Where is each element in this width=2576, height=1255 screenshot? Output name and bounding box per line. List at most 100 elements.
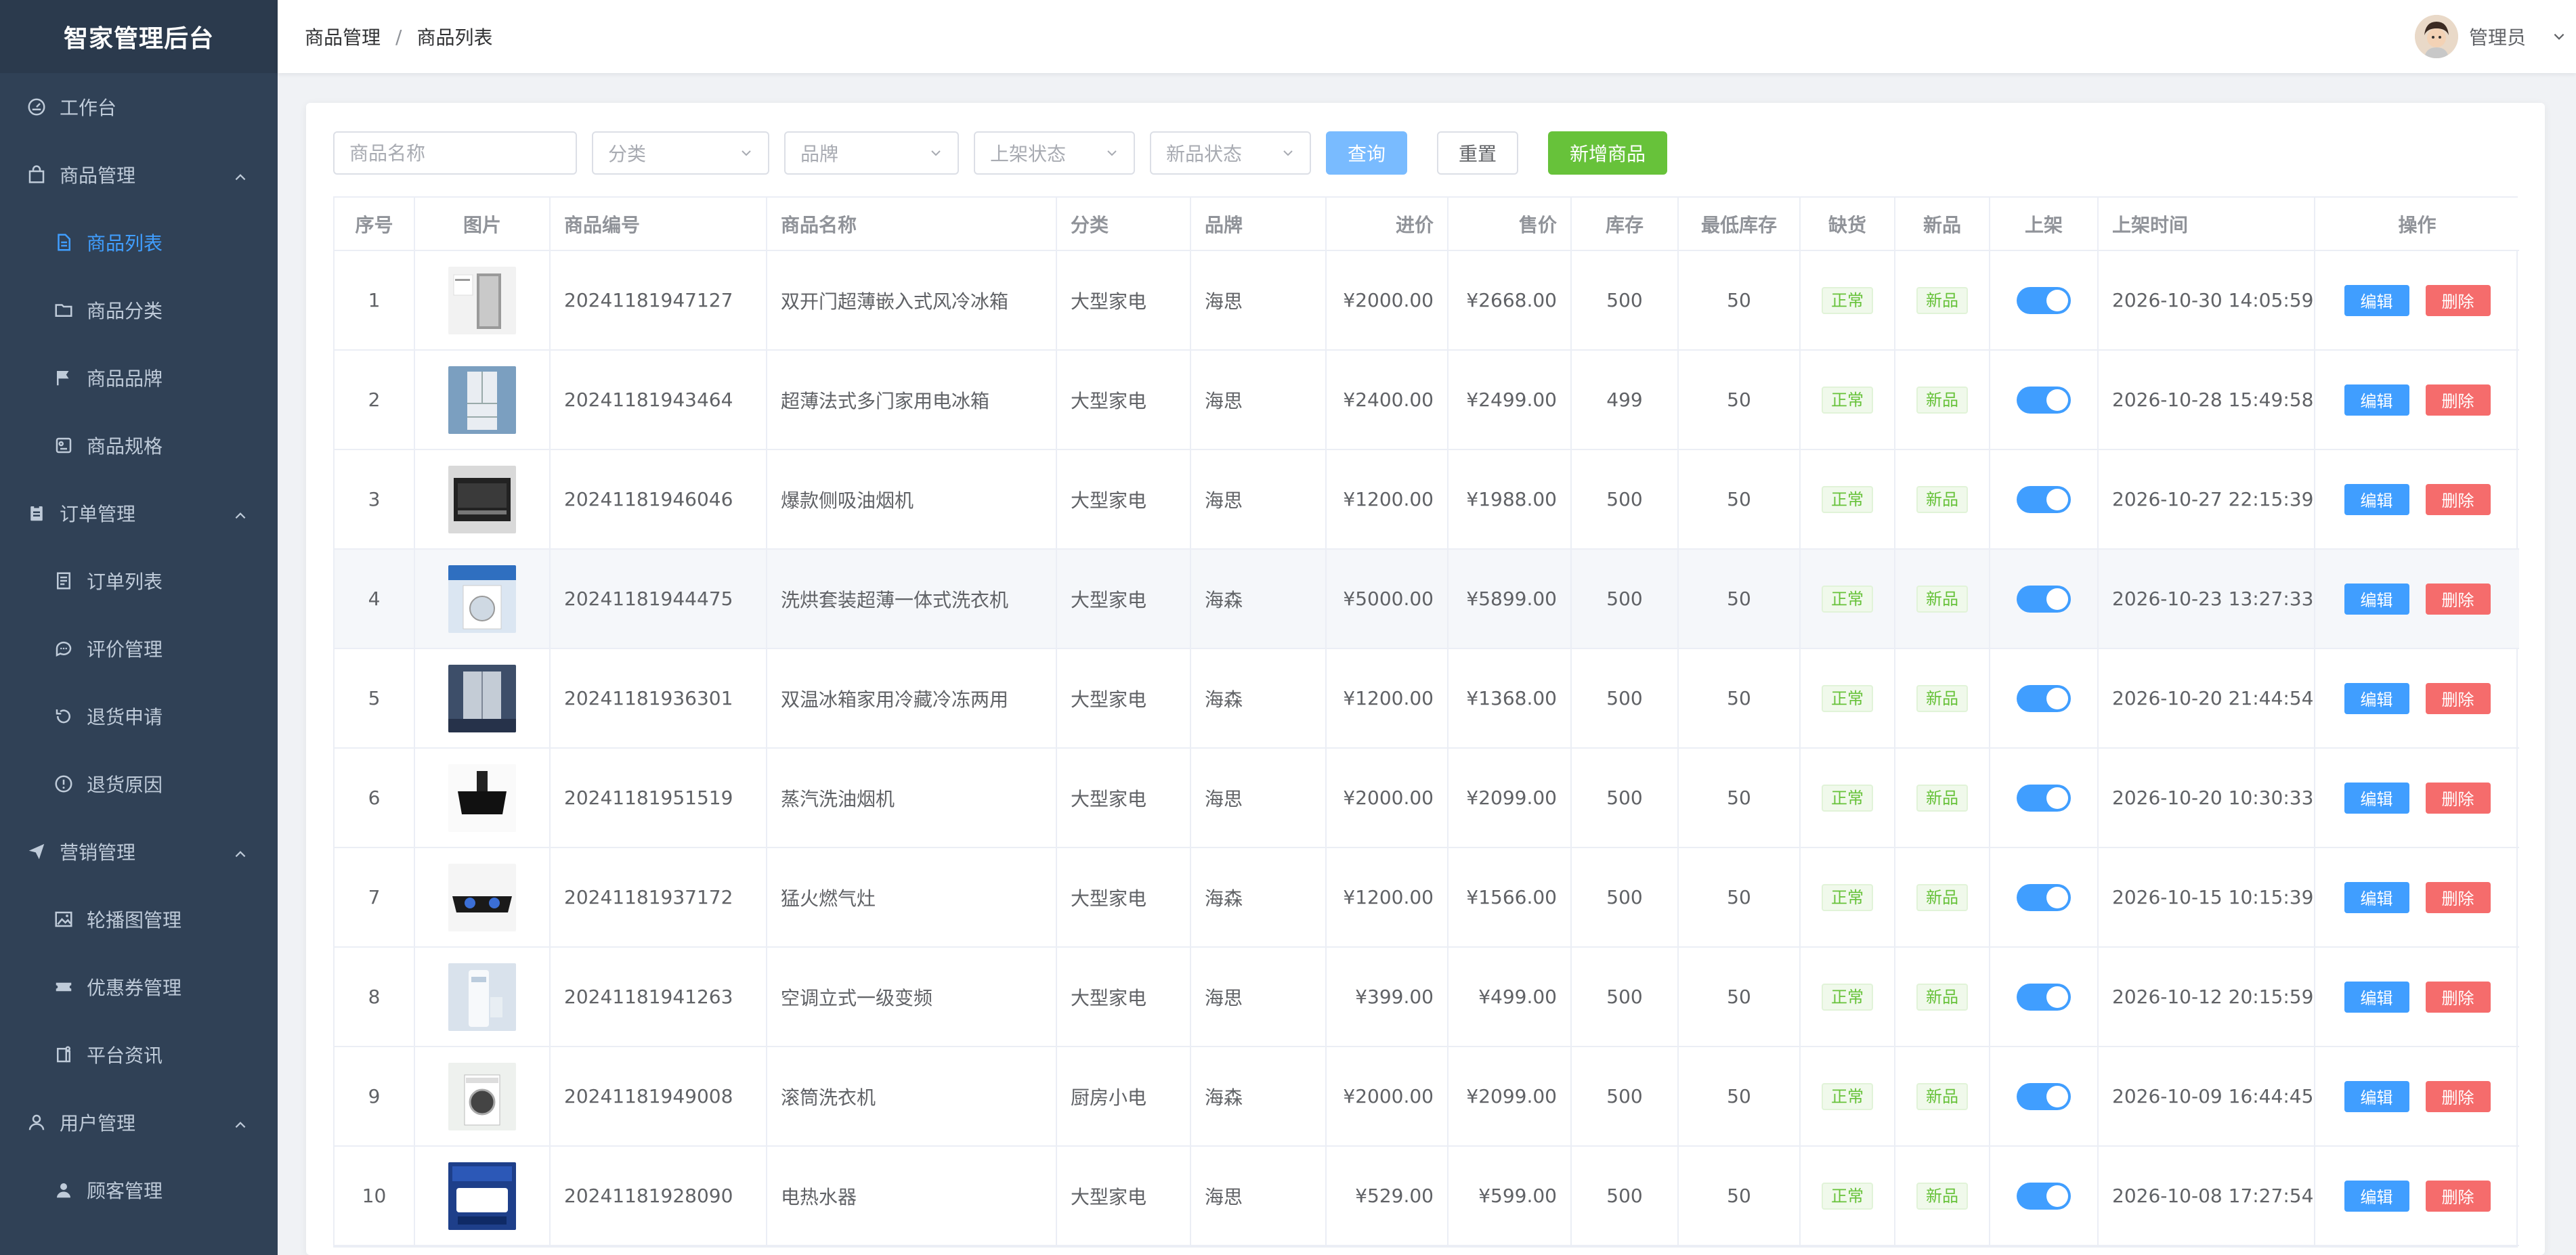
comment-icon (53, 638, 74, 659)
add-goods-button[interactable]: 新增商品 (1548, 131, 1667, 175)
sidebar-item-ticket[interactable]: 优惠券管理 (0, 953, 278, 1021)
delete-button[interactable]: 删除 (2425, 1180, 2491, 1212)
edit-button[interactable]: 编辑 (2344, 782, 2409, 814)
top-header: 商品管理 / 商品列表 管理员 (278, 0, 2576, 73)
edit-button[interactable]: 编辑 (2344, 384, 2409, 416)
chevron-up-icon (233, 167, 248, 182)
on-shelf-toggle[interactable] (2017, 883, 2071, 911)
edit-button[interactable]: 编辑 (2344, 1180, 2409, 1212)
delete-button[interactable]: 删除 (2425, 284, 2491, 316)
row-index: 10 (335, 1146, 415, 1246)
avatar[interactable] (2414, 15, 2458, 58)
new-tag: 新品 (1916, 286, 1968, 314)
sidebar-item-list[interactable]: 订单列表 (0, 547, 278, 615)
sidebar-item-flag[interactable]: 商品品牌 (0, 344, 278, 412)
on-shelf-toggle[interactable] (2017, 784, 2071, 812)
row-code: 20241181936301 (550, 648, 767, 749)
person-icon (53, 1179, 74, 1201)
row-stock: 500 (1571, 648, 1679, 749)
row-cost: ¥5000.00 (1326, 549, 1448, 649)
flag-icon (53, 367, 74, 389)
row-index: 4 (335, 549, 415, 649)
goods-name-input[interactable] (349, 141, 561, 164)
sidebar-item-spec[interactable]: 商品规格 (0, 412, 278, 479)
row-actions-cell: 编辑 删除 (2315, 1047, 2519, 1147)
on-shelf-toggle[interactable] (2017, 485, 2071, 513)
row-stock: 500 (1571, 1047, 1679, 1147)
row-actions-cell: 编辑 删除 (2315, 250, 2519, 351)
on-shelf-toggle[interactable] (2017, 983, 2071, 1011)
sidebar-item-document[interactable]: 商品列表 (0, 208, 278, 276)
on-shelf-toggle[interactable] (2017, 1182, 2071, 1210)
air-conditioner-icon (448, 963, 516, 1031)
delete-button[interactable]: 删除 (2425, 981, 2491, 1013)
sidebar-item-folder[interactable]: 商品分类 (0, 276, 278, 344)
shelf-status-select[interactable]: 上架状态 (974, 131, 1135, 175)
edit-button[interactable]: 编辑 (2344, 682, 2409, 714)
sidebar-item-comment[interactable]: 评价管理 (0, 615, 278, 682)
reset-button[interactable]: 重置 (1437, 131, 1518, 175)
new-status-select[interactable]: 新品状态 (1150, 131, 1311, 175)
row-shortage-cell: 正常 (1800, 1146, 1895, 1246)
delete-button[interactable]: 删除 (2425, 483, 2491, 515)
sidebar-item-dashboard[interactable]: 工作台 (0, 73, 278, 141)
row-name: 双开门超薄嵌入式风冷冰箱 (767, 250, 1057, 351)
edit-button[interactable]: 编辑 (2344, 1080, 2409, 1112)
image-icon (53, 908, 74, 930)
new-tag: 新品 (1916, 983, 1968, 1011)
sidebar-item-return[interactable]: 退货申请 (0, 682, 278, 750)
delete-button[interactable]: 删除 (2425, 682, 2491, 714)
delete-button[interactable]: 删除 (2425, 384, 2491, 416)
row-on-shelf-cell (1990, 1146, 2099, 1246)
delete-button[interactable]: 删除 (2425, 1080, 2491, 1112)
document-icon (53, 232, 74, 253)
row-new-cell: 新品 (1895, 648, 1990, 749)
delete-button[interactable]: 删除 (2425, 583, 2491, 615)
new-tag: 新品 (1916, 1082, 1968, 1110)
edit-button[interactable]: 编辑 (2344, 284, 2409, 316)
category-select[interactable]: 分类 (592, 131, 769, 175)
sidebar-item-label: 顾客管理 (87, 1180, 163, 1202)
shortage-tag: 正常 (1822, 386, 1873, 414)
sidebar-item-clipboard[interactable]: 订单管理 (0, 479, 278, 547)
on-shelf-toggle[interactable] (2017, 386, 2071, 414)
delete-button[interactable]: 删除 (2425, 881, 2491, 913)
row-cost: ¥2400.00 (1326, 350, 1448, 450)
user-name[interactable]: 管理员 (2469, 23, 2526, 50)
on-shelf-toggle[interactable] (2017, 585, 2071, 613)
query-button[interactable]: 查询 (1326, 131, 1407, 175)
sidebar-item-bag[interactable]: 商品管理 (0, 141, 278, 208)
row-shelf-time: 2026-10-20 21:44:54 (2098, 648, 2315, 749)
breadcrumb-item-goods-management[interactable]: 商品管理 (305, 23, 381, 50)
row-min-stock: 50 (1678, 250, 1801, 351)
edit-button[interactable]: 编辑 (2344, 583, 2409, 615)
sidebar-item-warning[interactable]: 退货原因 (0, 750, 278, 818)
app-logo-title: 智家管理后台 (0, 0, 278, 73)
brand-select[interactable]: 品牌 (784, 131, 959, 175)
sidebar-item-news[interactable]: 平台资讯 (0, 1021, 278, 1088)
sidebar-item-label: 用户管理 (60, 1112, 136, 1135)
new-tag: 新品 (1916, 386, 1968, 414)
row-new-cell: 新品 (1895, 250, 1990, 351)
warning-icon (53, 773, 74, 795)
row-category: 大型家电 (1056, 250, 1191, 351)
sidebar-item-image[interactable]: 轮播图管理 (0, 885, 278, 953)
edit-button[interactable]: 编辑 (2344, 483, 2409, 515)
sidebar-item-send[interactable]: 营销管理 (0, 818, 278, 885)
sidebar-item-person[interactable]: 顾客管理 (0, 1156, 278, 1224)
on-shelf-toggle[interactable] (2017, 1082, 2071, 1110)
delete-button[interactable]: 删除 (2425, 782, 2491, 814)
row-index: 5 (335, 648, 415, 749)
chevron-down-icon[interactable] (2552, 29, 2567, 44)
row-cost: ¥2000.00 (1326, 748, 1448, 848)
edit-button[interactable]: 编辑 (2344, 981, 2409, 1013)
sidebar-item-user[interactable]: 用户管理 (0, 1088, 278, 1156)
goods-name-field[interactable] (333, 131, 577, 175)
on-shelf-toggle[interactable] (2017, 286, 2071, 314)
edit-button[interactable]: 编辑 (2344, 881, 2409, 913)
row-shelf-time: 2026-10-30 14:05:59 (2098, 250, 2315, 351)
user-menu[interactable]: 管理员 (2414, 0, 2567, 73)
folder-icon (53, 299, 74, 321)
on-shelf-toggle[interactable] (2017, 684, 2071, 712)
sidebar-item-label: 轮播图管理 (87, 909, 182, 931)
